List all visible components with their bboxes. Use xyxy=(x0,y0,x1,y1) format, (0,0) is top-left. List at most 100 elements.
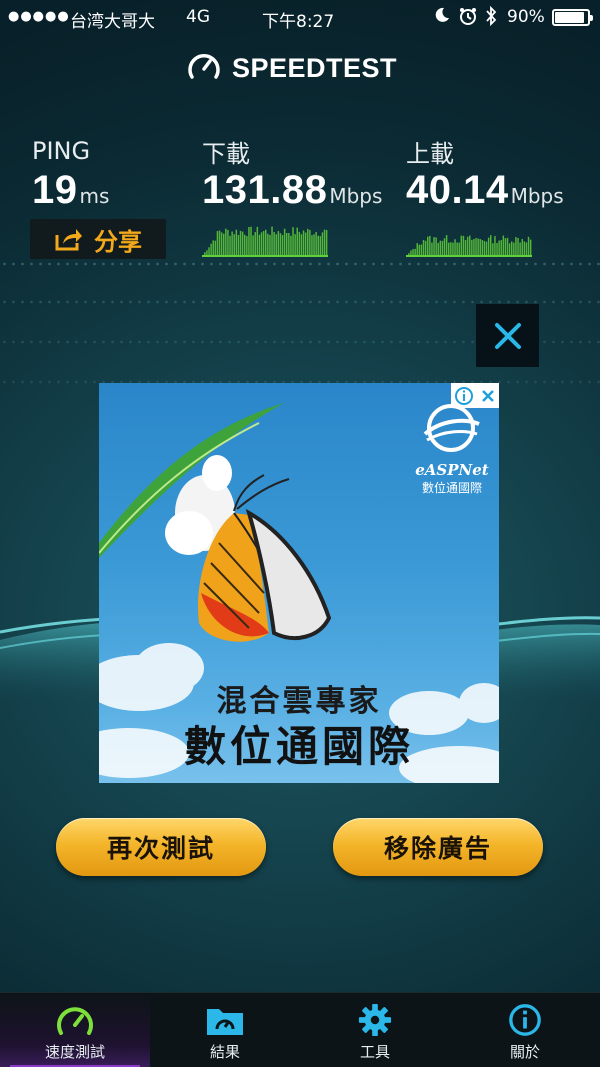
graph-bar xyxy=(483,240,486,257)
graph-bar xyxy=(283,228,286,257)
tab-speed-test[interactable]: 速度測試 xyxy=(0,993,150,1067)
tab-tools[interactable]: 工具 xyxy=(300,993,450,1067)
graph-bar xyxy=(321,232,324,257)
alarm-icon xyxy=(458,6,478,31)
speedometer-logo-icon xyxy=(188,54,220,79)
battery-level xyxy=(555,12,584,23)
graph-bar xyxy=(288,233,290,257)
download-label: 下載 xyxy=(202,140,250,168)
bluetooth-icon xyxy=(484,5,498,31)
graph-bar xyxy=(286,233,288,257)
close-icon xyxy=(494,322,521,349)
graph-bar xyxy=(450,242,452,257)
tab-label: 速度測試 xyxy=(44,1043,105,1061)
graph-bar xyxy=(313,234,315,257)
graph-bar xyxy=(309,229,311,257)
graph-bar xyxy=(214,240,217,257)
ping-value: 19 xyxy=(32,168,78,212)
graph-bar xyxy=(304,232,307,257)
graph-bar xyxy=(515,237,517,257)
graph-bar xyxy=(471,239,473,257)
graph-bar xyxy=(458,242,460,257)
moon-icon xyxy=(433,6,451,29)
graph-bar xyxy=(225,228,227,257)
graph-bar xyxy=(490,235,492,257)
app-title: SPEEDTEST xyxy=(232,52,398,83)
info-icon xyxy=(455,386,473,405)
graph-bar xyxy=(441,240,444,257)
close-icon xyxy=(482,389,494,402)
graph-bar xyxy=(250,226,252,257)
tab-results[interactable]: 結果 xyxy=(150,993,300,1067)
results-folder-icon xyxy=(207,1009,243,1035)
graph-bar xyxy=(271,226,273,257)
graph-bar xyxy=(269,234,271,257)
tab-about[interactable]: 關於 xyxy=(450,993,600,1067)
close-ad-button[interactable] xyxy=(476,304,539,367)
graph-bar xyxy=(525,242,528,257)
graph-bar xyxy=(300,234,303,257)
advertisement-banner[interactable]: eASPNet 數位通國際 混合雲專家 數位通國際 xyxy=(99,383,499,783)
graph-bar xyxy=(435,237,437,257)
graph-bar xyxy=(277,231,280,257)
graph-bar xyxy=(439,240,442,257)
graph-bar xyxy=(237,234,240,257)
graph-bar xyxy=(248,227,250,257)
graph-bar xyxy=(260,232,263,257)
graph-bar xyxy=(220,232,223,257)
graph-bar xyxy=(469,235,471,257)
graph-bar xyxy=(433,237,435,257)
graph-bar xyxy=(427,236,429,257)
graph-bar xyxy=(231,231,233,257)
graph-bar xyxy=(462,235,465,257)
graph-bar xyxy=(256,226,259,257)
graph-bar xyxy=(464,240,467,257)
gear-icon xyxy=(358,1003,392,1037)
graph-bar xyxy=(494,236,496,257)
graph-bar xyxy=(456,242,458,257)
graph-baseline xyxy=(406,255,532,257)
background-dots xyxy=(0,262,600,266)
graph-bar xyxy=(445,235,448,257)
graph-bar xyxy=(262,230,265,257)
graph-bar xyxy=(513,242,515,257)
graph-bar xyxy=(452,242,454,257)
graph-bar xyxy=(244,234,246,257)
graph-bar xyxy=(416,243,418,257)
graph-bar xyxy=(307,228,309,257)
graph-bar xyxy=(258,234,261,257)
graph-bar xyxy=(275,234,277,257)
graph-bar xyxy=(267,233,269,257)
graph-bar xyxy=(290,235,292,257)
graph-bar xyxy=(239,230,242,257)
tab-label: 工具 xyxy=(359,1043,390,1061)
graph-bar xyxy=(311,235,313,257)
download-value: 131.88 xyxy=(202,168,328,212)
battery-icon xyxy=(552,9,593,26)
ping-label: PING xyxy=(32,137,91,165)
ad-choices[interactable] xyxy=(451,383,499,408)
graph-bar xyxy=(487,237,490,257)
tab-bar: 速度測試 結果 工具 關於 xyxy=(0,992,600,1067)
upload-speed-graph xyxy=(406,235,532,257)
retest-button[interactable]: 再次測試 xyxy=(56,818,266,876)
ad-logo-text: eASPNet xyxy=(415,461,489,479)
graph-bar xyxy=(319,236,322,257)
graph-bar xyxy=(315,232,317,257)
graph-bar xyxy=(508,243,511,257)
graph-bar xyxy=(302,230,305,257)
graph-bar xyxy=(477,238,479,257)
graph-bar xyxy=(523,241,526,257)
graph-bar xyxy=(241,231,244,257)
graph-bar xyxy=(492,243,494,257)
share-icon xyxy=(55,229,82,251)
graph-bar xyxy=(292,227,294,257)
info-icon xyxy=(509,1004,541,1036)
graph-bar xyxy=(504,238,507,257)
remove-ads-button[interactable]: 移除廣告 xyxy=(333,818,543,876)
graph-bar xyxy=(294,234,296,257)
graph-bar xyxy=(218,230,221,257)
speedtest-logo: SPEEDTEST xyxy=(186,50,397,86)
share-button[interactable]: 分享 xyxy=(30,219,166,259)
ad-logo-subtext: 數位通國際 xyxy=(421,481,482,495)
